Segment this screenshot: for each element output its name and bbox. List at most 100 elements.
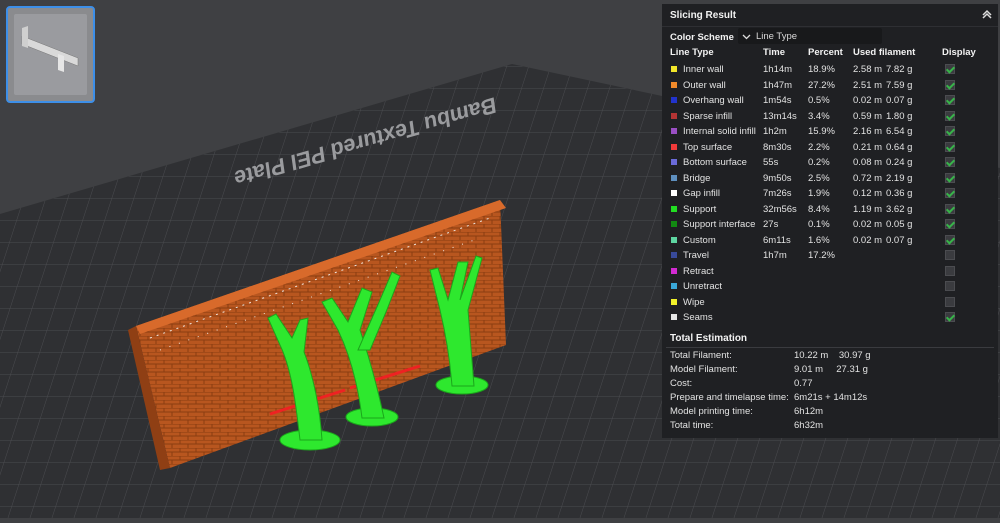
line-type-length: 2.58 m — [853, 64, 883, 75]
total-estimation-list: Total Filament: 10.22 m 30.97 g Model Fila… — [662, 349, 998, 433]
line-type-time: 13m14s — [763, 110, 797, 122]
total-label: Model Filament: — [670, 364, 738, 375]
color-swatch — [671, 314, 677, 320]
line-type-name: Custom — [683, 234, 716, 246]
line-type-name: Internal solid infill — [683, 126, 756, 137]
total-label: Cost: — [670, 378, 693, 389]
table-row: Retract — [662, 264, 998, 280]
line-type-length: 0.08 m — [853, 157, 883, 168]
thumbnail-model-icon — [21, 26, 79, 72]
color-scheme-dropdown[interactable]: Line Type — [738, 28, 882, 44]
table-row: Sparse infill 13m14s 3.4% 0.59 m 1.80 g — [662, 109, 998, 125]
table-row: Wipe — [662, 295, 998, 311]
display-checkbox[interactable] — [945, 126, 955, 136]
color-swatch — [671, 190, 677, 196]
line-type-weight: 0.36 g — [886, 188, 913, 199]
line-type-name: Sparse infill — [683, 110, 733, 122]
line-type-weight: 0.07 g — [886, 95, 913, 106]
line-type-time: 7m26s — [763, 188, 792, 199]
plate-thumbnail[interactable] — [6, 6, 95, 103]
line-type-weight: 1.80 g — [886, 110, 913, 122]
line-type-weight: 6.54 g — [886, 126, 913, 137]
table-row: Top surface 8m30s 2.2% 0.21 m 0.64 g — [662, 140, 998, 156]
line-type-percent: 1.9% — [808, 188, 830, 199]
display-checkbox[interactable] — [945, 250, 955, 260]
line-type-name: Seams — [683, 312, 713, 323]
total-value: 6h12m — [794, 406, 824, 417]
color-swatch — [671, 221, 677, 227]
panel-title: Slicing Result — [670, 10, 737, 21]
line-type-time: 1h47m — [763, 79, 793, 91]
color-swatch — [671, 283, 677, 289]
line-type-length: 0.12 m — [853, 188, 883, 199]
display-checkbox[interactable] — [945, 281, 955, 291]
total-label: Total time: — [670, 420, 714, 431]
color-swatch — [671, 174, 677, 181]
line-type-length: 0.02 m — [853, 234, 883, 246]
table-header: Line Type Time Percent Used filament Dis… — [662, 47, 998, 61]
line-type-weight: 0.05 g — [886, 219, 913, 230]
line-type-time: 32m56s — [763, 203, 797, 215]
line-type-percent: 8.4% — [808, 203, 830, 215]
color-swatch — [671, 267, 677, 274]
line-type-weight: 3.62 g — [886, 203, 913, 215]
display-checkbox[interactable] — [945, 188, 955, 198]
display-checkbox[interactable] — [945, 64, 955, 74]
table-row: Support interface 27s 0.1% 0.02 m 0.05 g — [662, 217, 998, 233]
line-type-time: 6m11s — [763, 234, 791, 246]
line-type-time: 9m50s — [763, 172, 792, 184]
line-type-length: 2.16 m — [853, 126, 883, 137]
line-type-name: Outer wall — [683, 79, 726, 91]
display-checkbox[interactable] — [945, 296, 955, 307]
table-row: Gap infill 7m26s 1.9% 0.12 m 0.36 g — [662, 186, 998, 202]
line-type-name: Unretract — [683, 281, 723, 292]
table-row: Inner wall 1h14m 18.9% 2.58 m 7.82 g — [662, 62, 998, 78]
line-type-time: 1h2m — [763, 126, 787, 137]
color-swatch — [671, 205, 677, 212]
total-value: 6m21s + 14m12s — [794, 392, 868, 403]
line-type-length: 0.59 m — [853, 110, 883, 122]
line-type-name: Support interface — [683, 219, 756, 230]
line-type-weight: 0.24 g — [886, 157, 913, 168]
line-type-name: Bottom surface — [683, 157, 747, 168]
total-row: Cost: 0.77 — [662, 377, 998, 391]
line-type-weight: 0.07 g — [886, 234, 913, 246]
color-scheme-row: Color Scheme Line Type — [662, 28, 998, 46]
line-type-percent: 17.2% — [808, 250, 835, 261]
line-type-time: 1m54s — [763, 95, 792, 106]
total-label: Prepare and timelapse time: — [670, 392, 789, 403]
total-label: Total Filament: — [670, 350, 732, 361]
display-checkbox[interactable] — [945, 234, 955, 245]
total-value: 6h32m — [794, 420, 824, 431]
slicing-result-panel: Slicing Result Color Scheme Line Type Li… — [662, 4, 998, 438]
table-row: Support 32m56s 8.4% 1.19 m 3.62 g — [662, 202, 998, 218]
color-swatch — [671, 128, 677, 134]
display-checkbox[interactable] — [945, 141, 955, 152]
display-checkbox[interactable] — [945, 172, 955, 183]
display-checkbox[interactable] — [945, 265, 955, 276]
color-swatch — [671, 143, 677, 150]
display-checkbox[interactable] — [945, 157, 955, 167]
display-checkbox[interactable] — [945, 95, 955, 105]
display-checkbox[interactable] — [945, 110, 955, 121]
line-type-time: 55s — [763, 157, 779, 168]
line-type-name: Retract — [683, 265, 714, 277]
line-type-length: 0.02 m — [853, 219, 883, 230]
display-checkbox[interactable] — [945, 219, 955, 229]
table-row: Custom 6m11s 1.6% 0.02 m 0.07 g — [662, 233, 998, 249]
col-percent: Percent — [808, 47, 843, 58]
panel-header: Slicing Result — [662, 4, 998, 27]
display-checkbox[interactable] — [945, 312, 955, 322]
collapse-chevron-icon[interactable] — [982, 9, 992, 19]
total-row: Prepare and timelapse time: 6m21s + 14m12… — [662, 391, 998, 405]
line-type-table: Inner wall 1h14m 18.9% 2.58 m 7.82 g Outer wa… — [662, 62, 998, 326]
color-swatch — [671, 236, 677, 243]
line-type-weight: 0.64 g — [886, 141, 913, 153]
display-checkbox[interactable] — [945, 79, 955, 90]
color-swatch — [671, 159, 677, 165]
line-type-name: Wipe — [683, 296, 705, 308]
color-swatch — [671, 66, 677, 72]
display-checkbox[interactable] — [945, 203, 955, 214]
line-type-weight: 2.19 g — [886, 172, 913, 184]
line-type-weight: 7.59 g — [886, 79, 913, 91]
